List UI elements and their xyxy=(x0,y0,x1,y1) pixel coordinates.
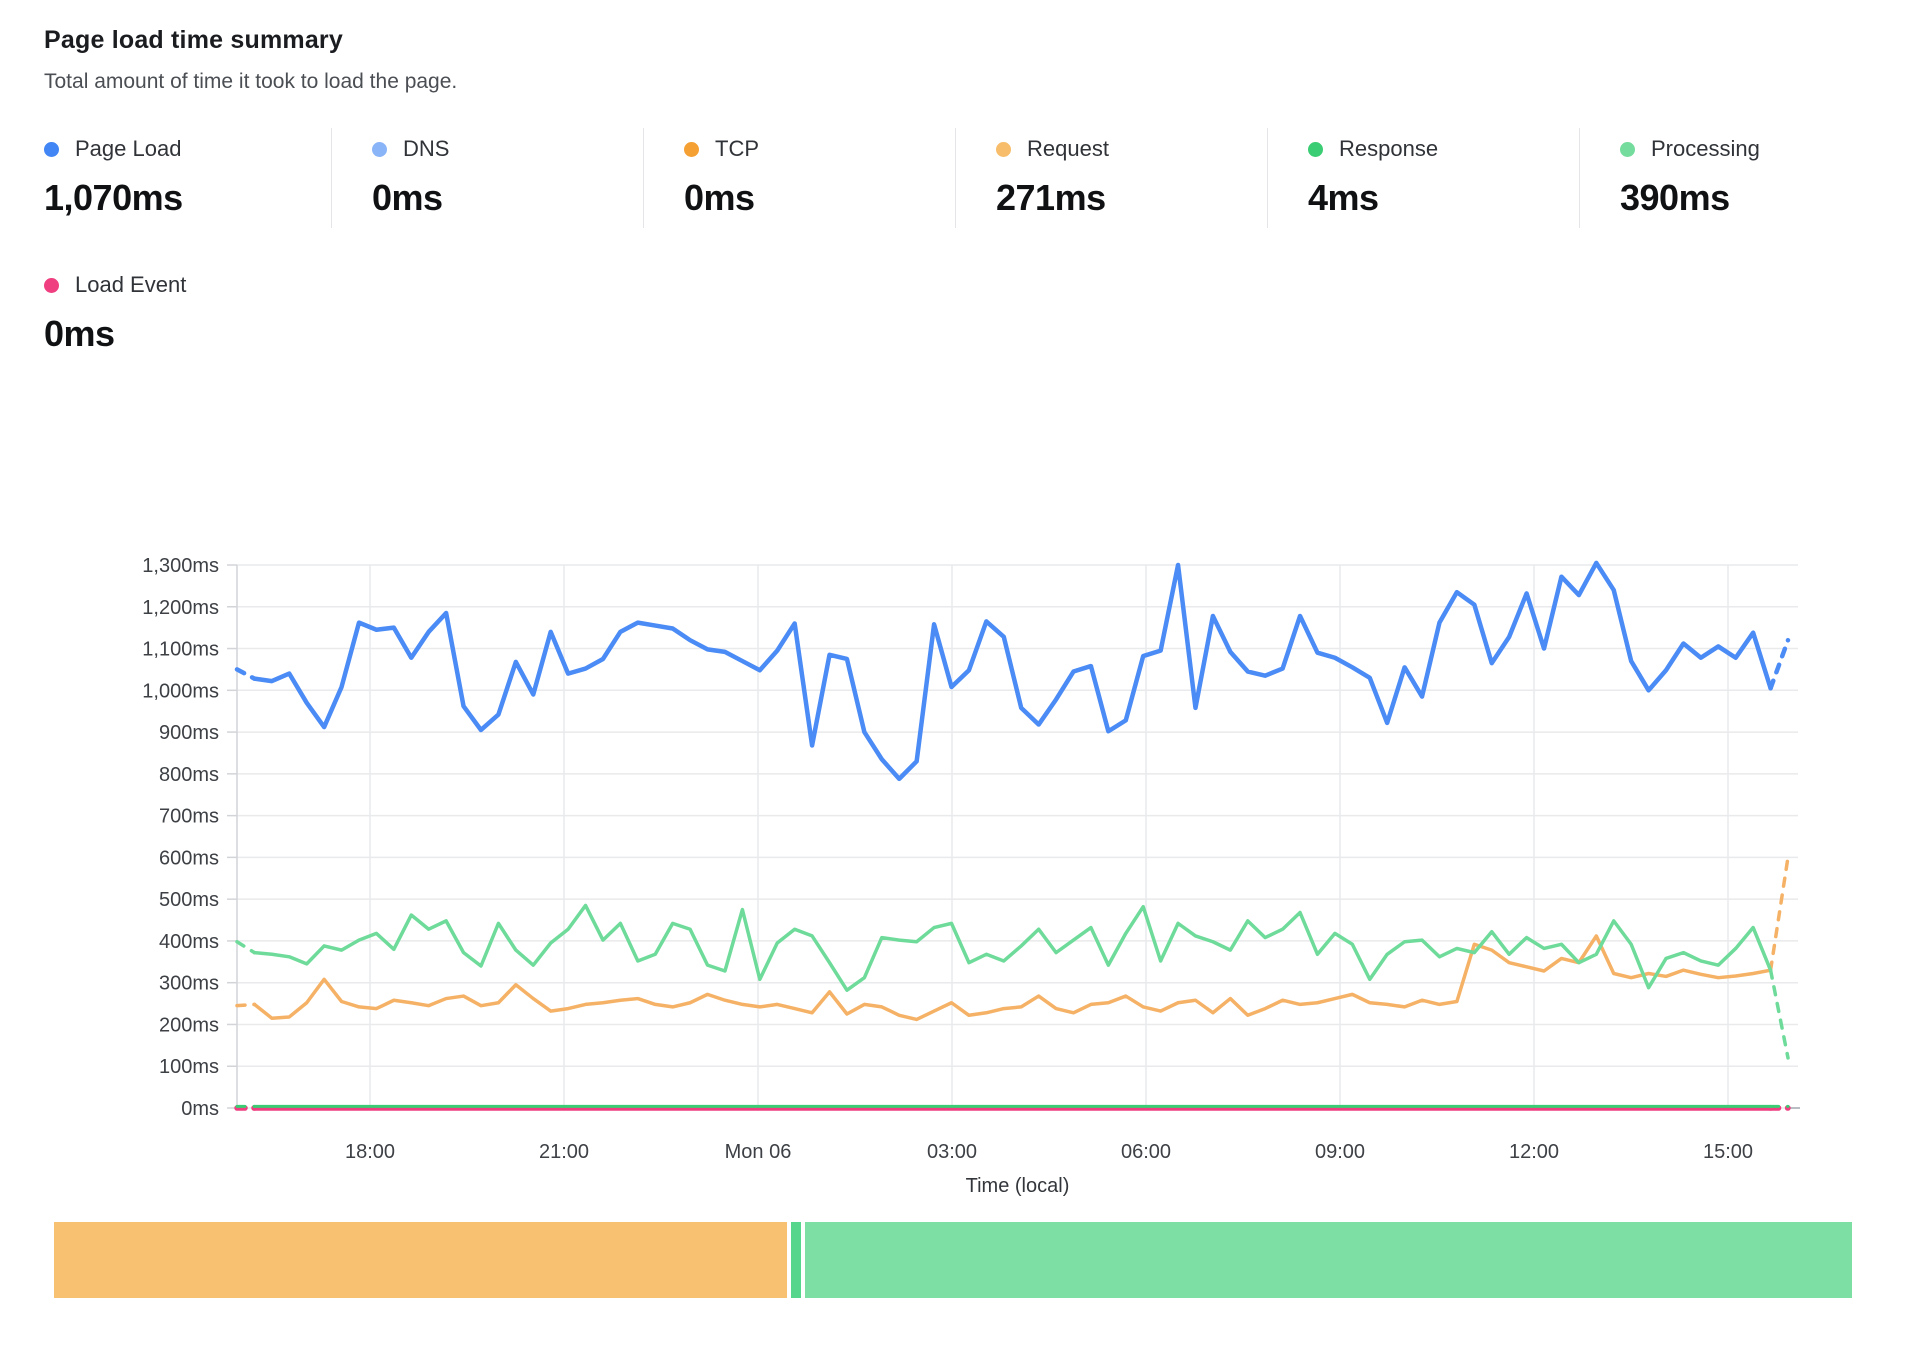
page-subtitle: Total amount of time it took to load the… xyxy=(44,70,457,94)
dns-legend-dot xyxy=(372,142,387,157)
y-tick-label: 300ms xyxy=(159,973,219,995)
metric-label: Request xyxy=(1027,136,1109,162)
x-tick-label: 03:00 xyxy=(927,1141,977,1163)
metric-label: DNS xyxy=(403,136,449,162)
metric-page-load: Page Load 1,070ms xyxy=(44,128,331,228)
metric-load-event: Load Event 0ms xyxy=(44,272,186,355)
x-tick-label: 21:00 xyxy=(539,1141,589,1163)
metric-response: Response 4ms xyxy=(1267,128,1579,228)
y-tick-label: 0ms xyxy=(181,1098,219,1120)
timeline-bar xyxy=(54,1222,1856,1298)
panel-header: Page load time summary Total amount of t… xyxy=(44,26,457,94)
y-tick-label: 800ms xyxy=(159,764,219,786)
request-line-start-dash xyxy=(237,1004,254,1005)
page-load-line-end-dash xyxy=(1771,640,1788,688)
y-tick-label: 400ms xyxy=(159,931,219,953)
metric-value: 271ms xyxy=(996,177,1267,219)
processing-legend-dot xyxy=(1620,142,1635,157)
timeline-bar-segment-request-span[interactable] xyxy=(54,1222,787,1298)
y-tick-label: 1,000ms xyxy=(142,680,219,702)
y-tick-label: 700ms xyxy=(159,806,219,828)
processing-line[interactable] xyxy=(254,905,1770,990)
y-tick-label: 600ms xyxy=(159,847,219,869)
y-tick-label: 1,200ms xyxy=(142,597,219,619)
request-line-end-dash xyxy=(1771,857,1788,970)
timeline-bar-segment-transition-span[interactable] xyxy=(791,1222,801,1298)
x-tick-label: 09:00 xyxy=(1315,1141,1365,1163)
metric-label: Processing xyxy=(1651,136,1760,162)
metric-label: TCP xyxy=(715,136,759,162)
metric-label: Load Event xyxy=(75,272,186,298)
metric-request: Request 271ms xyxy=(955,128,1267,228)
y-tick-label: 500ms xyxy=(159,889,219,911)
metric-label: Page Load xyxy=(75,136,181,162)
y-tick-label: 100ms xyxy=(159,1056,219,1078)
page-load-legend-dot xyxy=(44,142,59,157)
page-load-line-start-dash xyxy=(237,669,254,678)
x-tick-label: Mon 06 xyxy=(725,1141,792,1163)
x-tick-label: 12:00 xyxy=(1509,1141,1559,1163)
y-tick-label: 1,100ms xyxy=(142,639,219,661)
metric-label: Response xyxy=(1339,136,1438,162)
y-tick-label: 900ms xyxy=(159,722,219,744)
metric-value: 390ms xyxy=(1620,177,1891,219)
metric-tcp: TCP 0ms xyxy=(643,128,955,228)
x-tick-label: 15:00 xyxy=(1703,1141,1753,1163)
x-tick-label: 18:00 xyxy=(345,1141,395,1163)
metric-dns: DNS 0ms xyxy=(331,128,643,228)
loadtime-chart[interactable]: 0ms 100ms 200ms 300ms 400ms 500ms 600ms 700ms 80… xyxy=(0,440,1910,1210)
chart-area[interactable]: 0ms 100ms 200ms 300ms 400ms 500ms 600ms 700ms 80… xyxy=(0,440,1910,1210)
y-tick-label: 1,300ms xyxy=(142,555,219,577)
processing-line-start-dash xyxy=(237,942,254,953)
metric-value: 0ms xyxy=(684,177,955,219)
metrics-row: Page Load 1,070ms DNS 0ms TCP 0ms Reques… xyxy=(44,128,1891,228)
x-axis-title: Time (local) xyxy=(966,1175,1070,1197)
metric-value: 4ms xyxy=(1308,177,1579,219)
request-legend-dot xyxy=(996,142,1011,157)
metric-value: 0ms xyxy=(372,177,643,219)
metric-value: 1,070ms xyxy=(44,177,331,219)
metric-processing: Processing 390ms xyxy=(1579,128,1891,228)
tcp-legend-dot xyxy=(684,142,699,157)
load-event-legend-dot xyxy=(44,278,59,293)
page-title: Page load time summary xyxy=(44,26,457,55)
page-load-time-panel: Page load time summary Total amount of t… xyxy=(0,0,1910,1352)
metric-value: 0ms xyxy=(44,313,186,355)
y-tick-label: 200ms xyxy=(159,1014,219,1036)
response-legend-dot xyxy=(1308,142,1323,157)
page-load-line[interactable] xyxy=(254,563,1770,779)
x-tick-label: 06:00 xyxy=(1121,1141,1171,1163)
timeline-bar-segment-processing-span[interactable] xyxy=(805,1222,1852,1298)
